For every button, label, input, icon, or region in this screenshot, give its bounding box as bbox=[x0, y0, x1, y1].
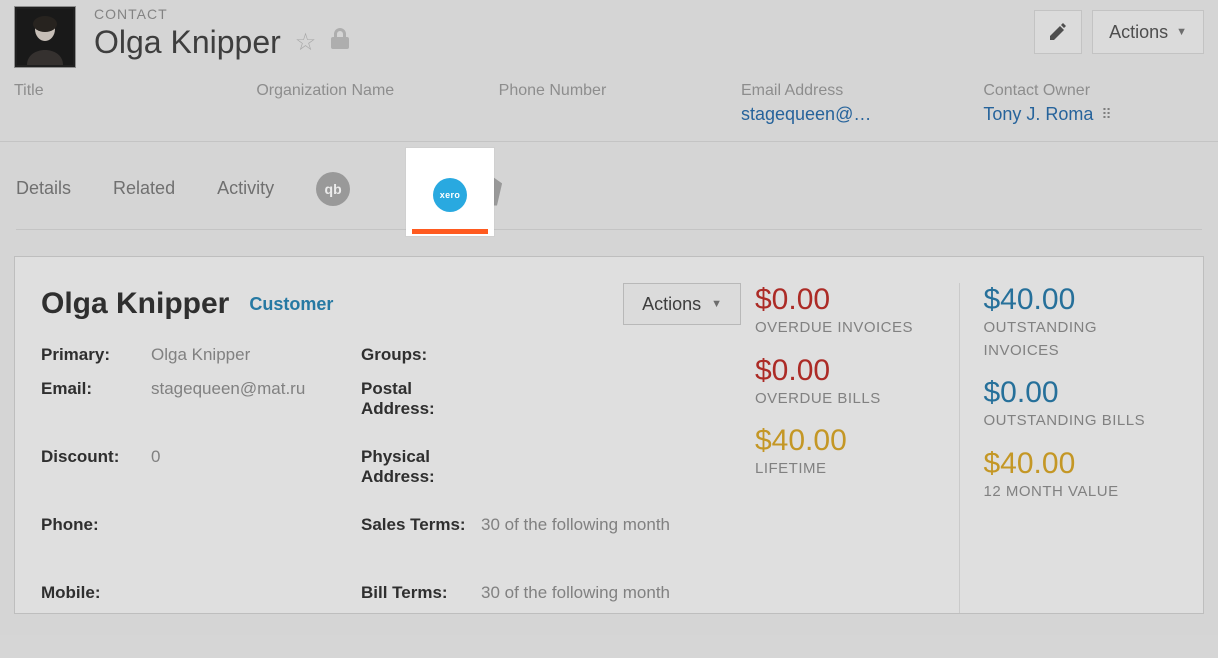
panel-actions-button[interactable]: Actions ▼ bbox=[623, 283, 741, 325]
avatar-portrait-icon bbox=[17, 9, 73, 65]
value-mobile bbox=[151, 579, 361, 613]
pencil-icon bbox=[1048, 22, 1068, 42]
stat-label: 12 MONTH VALUE bbox=[984, 481, 1172, 504]
contact-name: Olga Knipper bbox=[94, 24, 281, 61]
panel-actions-label: Actions bbox=[642, 294, 701, 315]
label-sales-terms: Sales Terms: bbox=[361, 511, 481, 579]
info-label-email: Email Address bbox=[741, 82, 973, 100]
stat-value: $40.00 bbox=[984, 283, 1172, 317]
label-discount: Discount: bbox=[41, 443, 151, 477]
stat-block: $40.0012 MONTH VALUE bbox=[984, 447, 1172, 504]
stat-value: $40.00 bbox=[755, 424, 943, 458]
info-label-owner: Contact Owner bbox=[983, 82, 1204, 100]
stat-block: $0.00OVERDUE BILLS bbox=[755, 354, 943, 411]
value-groups bbox=[481, 341, 741, 375]
label-phone: Phone: bbox=[41, 511, 151, 545]
stats-section: $0.00OVERDUE INVOICES$0.00OVERDUE BILLS$… bbox=[751, 283, 1177, 613]
chevron-down-icon: ▼ bbox=[1176, 26, 1187, 38]
info-label-phone: Phone Number bbox=[499, 82, 731, 100]
stat-label: LIFETIME bbox=[755, 458, 943, 481]
stats-col-left: $0.00OVERDUE INVOICES$0.00OVERDUE BILLS$… bbox=[751, 283, 949, 613]
stat-label: OUTSTANDING INVOICES bbox=[984, 317, 1172, 362]
fields-grid: Primary: Email: Discount: Phone: Mobile:… bbox=[41, 341, 741, 613]
value-phone bbox=[151, 511, 361, 545]
value-bill-terms: 30 of the following month bbox=[481, 579, 741, 613]
group-icon: ⠿ bbox=[1101, 106, 1111, 123]
tab-quickbooks[interactable]: qb bbox=[316, 148, 350, 229]
tab-activity[interactable]: Activity bbox=[217, 148, 274, 229]
info-value-email[interactable]: stagequeen@… bbox=[741, 104, 973, 125]
stat-label: OVERDUE INVOICES bbox=[755, 317, 943, 340]
xero-panel: Olga Knipper Customer Actions ▼ Primary:… bbox=[14, 256, 1204, 614]
stat-block: $40.00LIFETIME bbox=[755, 424, 943, 481]
quickbooks-icon: qb bbox=[316, 172, 350, 206]
value-postal bbox=[481, 375, 741, 443]
label-physical: Physical Address: bbox=[361, 443, 481, 511]
label-mobile: Mobile: bbox=[41, 579, 151, 613]
panel-title: Olga Knipper bbox=[41, 287, 229, 321]
freshbooks-icon bbox=[468, 172, 502, 206]
tabs: Details Related Activity qb bbox=[16, 148, 1202, 230]
label-groups: Groups: bbox=[361, 341, 481, 375]
info-label-title: Title bbox=[14, 82, 246, 100]
stat-value: $0.00 bbox=[755, 354, 943, 388]
info-label-org: Organization Name bbox=[256, 82, 488, 100]
label-primary: Primary: bbox=[41, 341, 151, 375]
divider bbox=[0, 141, 1218, 142]
stat-block: $0.00OVERDUE INVOICES bbox=[755, 283, 943, 340]
stat-label: OVERDUE BILLS bbox=[755, 388, 943, 411]
stat-block: $40.00OUTSTANDING INVOICES bbox=[984, 283, 1172, 362]
tab-xero-placeholder[interactable] bbox=[392, 148, 426, 229]
value-physical bbox=[481, 443, 741, 511]
tab-related[interactable]: Related bbox=[113, 148, 175, 229]
avatar[interactable] bbox=[14, 6, 76, 68]
star-icon[interactable]: ☆ bbox=[295, 28, 317, 57]
stat-label: OUTSTANDING BILLS bbox=[984, 410, 1172, 433]
header-actions-label: Actions bbox=[1109, 22, 1168, 43]
chevron-down-icon: ▼ bbox=[711, 298, 722, 310]
stat-value: $0.00 bbox=[984, 376, 1172, 410]
stat-block: $0.00OUTSTANDING BILLS bbox=[984, 376, 1172, 433]
value-email: stagequeen@mat.ru bbox=[151, 375, 361, 409]
header-actions-button[interactable]: Actions ▼ bbox=[1092, 10, 1204, 54]
contact-header: CONTACT Olga Knipper ☆ Actions ▼ bbox=[0, 0, 1218, 82]
label-bill-terms: Bill Terms: bbox=[361, 579, 481, 613]
edit-button[interactable] bbox=[1034, 10, 1082, 54]
stat-value: $40.00 bbox=[984, 447, 1172, 481]
value-sales-terms: 30 of the following month bbox=[481, 511, 741, 579]
stats-col-right: $40.00OUTSTANDING INVOICES$0.00OUTSTANDI… bbox=[959, 283, 1178, 613]
label-postal: Postal Address: bbox=[361, 375, 481, 443]
lock-icon bbox=[330, 28, 350, 57]
info-row: Title Organization Name Phone Number Ema… bbox=[0, 82, 1218, 141]
label-email: Email: bbox=[41, 375, 151, 409]
value-discount: 0 bbox=[151, 443, 361, 477]
tab-details[interactable]: Details bbox=[16, 148, 71, 229]
value-primary: Olga Knipper bbox=[151, 341, 361, 375]
eyebrow: CONTACT bbox=[94, 6, 1034, 22]
stat-value: $0.00 bbox=[755, 283, 943, 317]
tab-freshbooks[interactable] bbox=[468, 148, 502, 229]
info-value-owner[interactable]: Tony J. Roma bbox=[983, 104, 1093, 125]
customer-link[interactable]: Customer bbox=[249, 294, 333, 315]
